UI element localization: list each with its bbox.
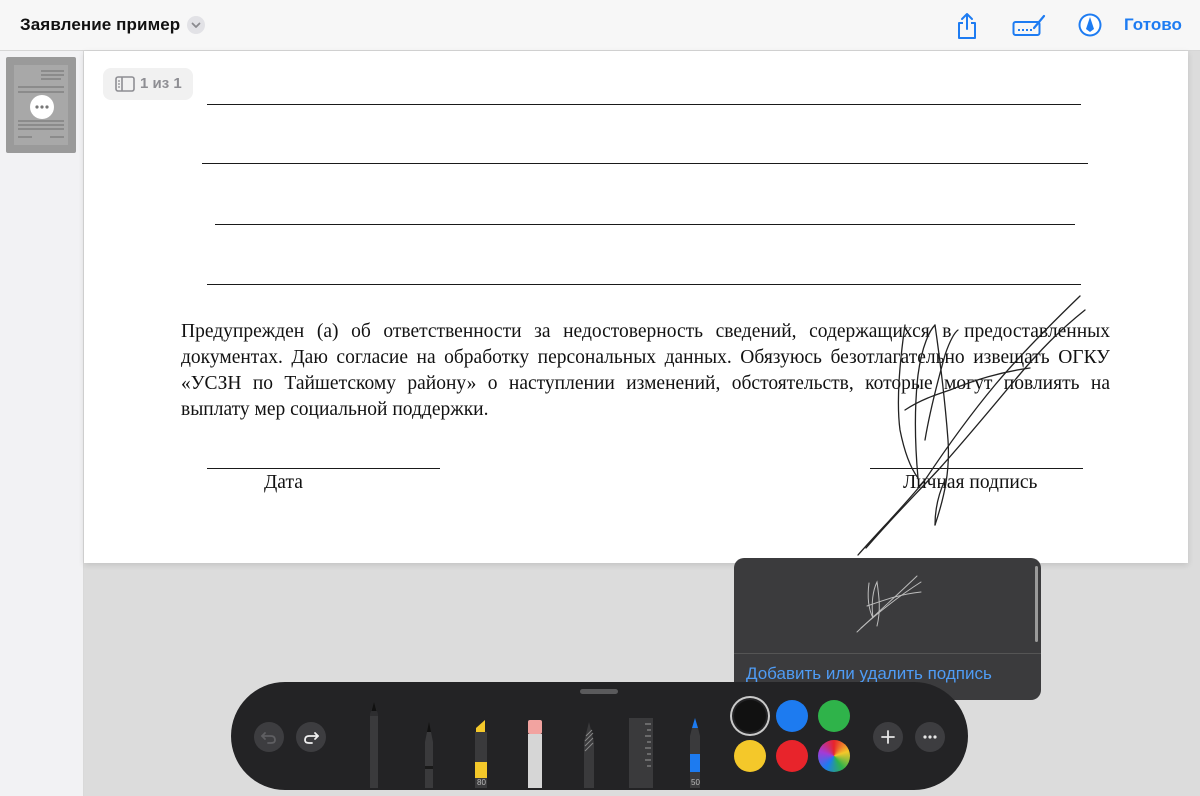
plus-icon[interactable]	[873, 722, 903, 752]
pencil-tool[interactable]: 50	[685, 718, 705, 793]
highlighter-tool[interactable]: 80	[471, 718, 491, 793]
color-swatch-green[interactable]	[818, 700, 850, 732]
signature-popover: Добавить или удалить подпись	[734, 558, 1041, 700]
undo-icon[interactable]	[254, 722, 284, 752]
toolbar-grabber[interactable]	[580, 689, 618, 694]
popover-scrollbar[interactable]	[1035, 566, 1038, 642]
color-swatch-blue[interactable]	[776, 700, 808, 732]
color-swatch-black[interactable]	[734, 700, 766, 732]
ruler-tool[interactable]	[627, 718, 655, 793]
pencil-width: 50	[691, 778, 700, 787]
redo-icon[interactable]	[296, 722, 326, 752]
add-remove-signature-button[interactable]: Добавить или удалить подпись	[746, 664, 992, 684]
lasso-tool[interactable]	[578, 722, 600, 793]
color-swatch-red[interactable]	[776, 740, 808, 772]
saved-signature-preview[interactable]	[849, 568, 939, 640]
marker-tool[interactable]	[419, 722, 439, 793]
highlighter-width: 80	[477, 778, 486, 787]
popover-divider	[734, 653, 1041, 654]
more-icon[interactable]	[915, 722, 945, 752]
eraser-tool[interactable]	[525, 718, 545, 793]
color-swatch-yellow[interactable]	[734, 740, 766, 772]
color-picker-icon[interactable]	[818, 740, 850, 772]
markup-toolbar: 80 50	[231, 682, 968, 790]
pen-tool[interactable]	[364, 702, 384, 793]
